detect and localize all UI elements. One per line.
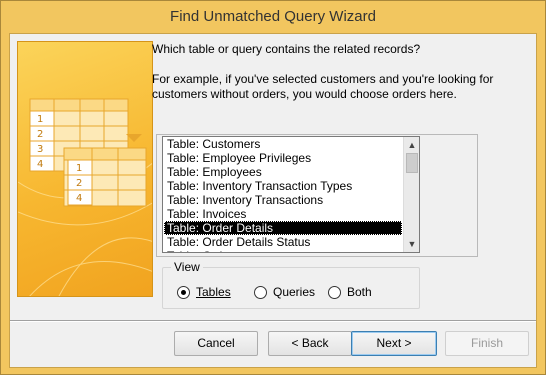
view-groupbox: View Tables Queries Both <box>162 260 420 309</box>
scroll-down-icon[interactable]: ▼ <box>404 236 419 252</box>
view-legend: View <box>171 260 203 274</box>
row-num-4: 4 <box>37 159 43 170</box>
wizard-client-area: 1 2 3 4 1 2 4 Which table or query conta… <box>9 33 537 368</box>
row-num-1: 1 <box>37 114 43 125</box>
list-scrollbar[interactable]: ▲ ▼ <box>403 137 419 252</box>
row-num-b1: 1 <box>76 163 82 174</box>
wizard-illustration: 1 2 3 4 1 2 4 <box>17 41 153 297</box>
list-item[interactable]: Table: Inventory Transactions <box>164 193 402 207</box>
list-items: Table: Customers Table: Employee Privileg… <box>164 137 402 252</box>
row-num-b2: 2 <box>76 178 82 189</box>
back-button[interactable]: < Back <box>268 331 352 356</box>
scroll-thumb[interactable] <box>406 153 418 173</box>
window-title: Find Unmatched Query Wizard <box>170 8 376 25</box>
radio-both[interactable]: Both <box>328 285 372 299</box>
radio-tables[interactable]: Tables <box>177 285 231 299</box>
row-num-3: 3 <box>37 144 43 155</box>
example-text: For example, if you've selected customer… <box>152 72 494 101</box>
list-item[interactable]: Table: Orders <box>164 249 402 252</box>
wizard-window: Find Unmatched Query Wizard 1 2 3 4 1 2 … <box>0 0 546 375</box>
radio-tables-label: Tables <box>196 285 231 299</box>
list-item[interactable]: Table: Customers <box>164 137 402 151</box>
finish-button: Finish <box>445 331 529 356</box>
table-graphic-icon: 1 2 3 4 1 2 4 <box>18 98 152 296</box>
list-item[interactable]: Table: Employee Privileges <box>164 151 402 165</box>
radio-dot-icon[interactable] <box>254 285 267 299</box>
list-item[interactable]: Table: Inventory Transaction Types <box>164 179 402 193</box>
radio-both-label: Both <box>347 285 372 299</box>
cancel-button[interactable]: Cancel <box>174 331 258 356</box>
next-button[interactable]: Next > <box>351 331 437 356</box>
list-item[interactable]: Table: Invoices <box>164 207 402 221</box>
row-num-b4: 4 <box>76 193 82 204</box>
button-divider <box>10 320 536 322</box>
radio-queries[interactable]: Queries <box>254 285 315 299</box>
list-item[interactable]: Table: Employees <box>164 165 402 179</box>
question-text: Which table or query contains the relate… <box>152 42 421 56</box>
list-item[interactable]: Table: Order Details Status <box>164 235 402 249</box>
scroll-up-icon[interactable]: ▲ <box>404 137 419 153</box>
row-num-2: 2 <box>37 129 43 140</box>
radio-dot-icon[interactable] <box>177 285 190 299</box>
table-query-listbox[interactable]: Table: Customers Table: Employee Privileg… <box>162 136 420 253</box>
radio-dot-icon[interactable] <box>328 285 341 299</box>
radio-queries-label: Queries <box>273 285 316 299</box>
list-item[interactable]: Table: Order Details <box>164 221 402 235</box>
